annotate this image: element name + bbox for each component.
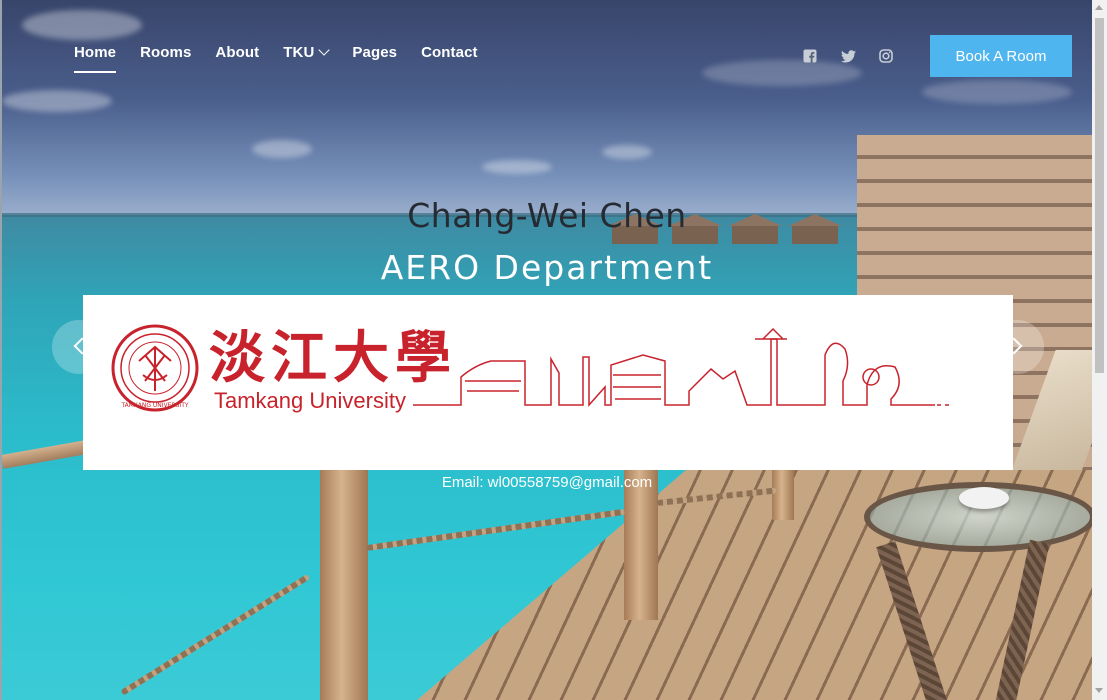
cloud [482,160,552,174]
hero-department: AERO Department [380,248,714,287]
nav-item-label: Rooms [140,43,192,61]
cloud [602,145,652,159]
cloud [22,10,142,40]
nav-item-label: TKU [283,43,315,61]
university-logo-banner: TAMKANG UNIVERSITY 淡江大學 Tamkang Universi… [83,295,1013,470]
nav-item-label: About [215,43,260,61]
university-seal-icon: TAMKANG UNIVERSITY [111,324,199,412]
nav-item-about[interactable]: About [215,42,259,62]
hero-email: Email: wl00558759@gmail.com [441,474,653,491]
nav-item-contact[interactable]: Contact [421,42,478,62]
hero-name: Chang-Wei Chen [407,196,687,235]
nav-item-pages[interactable]: Pages [352,42,397,62]
vertical-scrollbar[interactable] [1092,0,1107,700]
seal-text: TAMKANG UNIVERSITY [120,402,188,409]
chevron-down-icon [318,43,331,56]
nav-item-rooms[interactable]: Rooms [140,42,191,62]
logo-chinese-name: 淡江大學 [209,325,457,391]
social-links [802,48,894,64]
cloud [252,140,312,158]
railing-post [624,470,658,620]
nav-item-label: Pages [352,43,398,61]
book-room-button[interactable]: Book A Room [930,35,1072,77]
window-edge [0,0,2,700]
twitter-icon[interactable] [840,48,856,64]
scroll-down-icon[interactable] [1095,688,1103,693]
logo-english-name: Tamkang University [214,388,406,413]
nav-item-home[interactable]: Home [74,42,117,73]
campus-skyline-icon [413,327,949,407]
instagram-icon[interactable] [878,48,894,64]
main-nav: Home Rooms About TKU Pages Contact [74,42,502,73]
cloud [922,80,1072,104]
facebook-icon[interactable] [802,48,818,64]
railing-post [320,462,368,700]
tamkang-university-logo: TAMKANG UNIVERSITY 淡江大學 Tamkang Universi… [111,324,949,413]
nav-item-label: Contact [421,43,478,61]
nav-item-tku[interactable]: TKU [283,42,331,62]
scroll-up-icon[interactable] [1095,5,1103,10]
cloud [2,90,112,112]
nav-item-label: Home [74,43,117,61]
page: Home Rooms About TKU Pages Contact Book … [2,0,1092,700]
scroll-thumb[interactable] [1095,18,1104,373]
